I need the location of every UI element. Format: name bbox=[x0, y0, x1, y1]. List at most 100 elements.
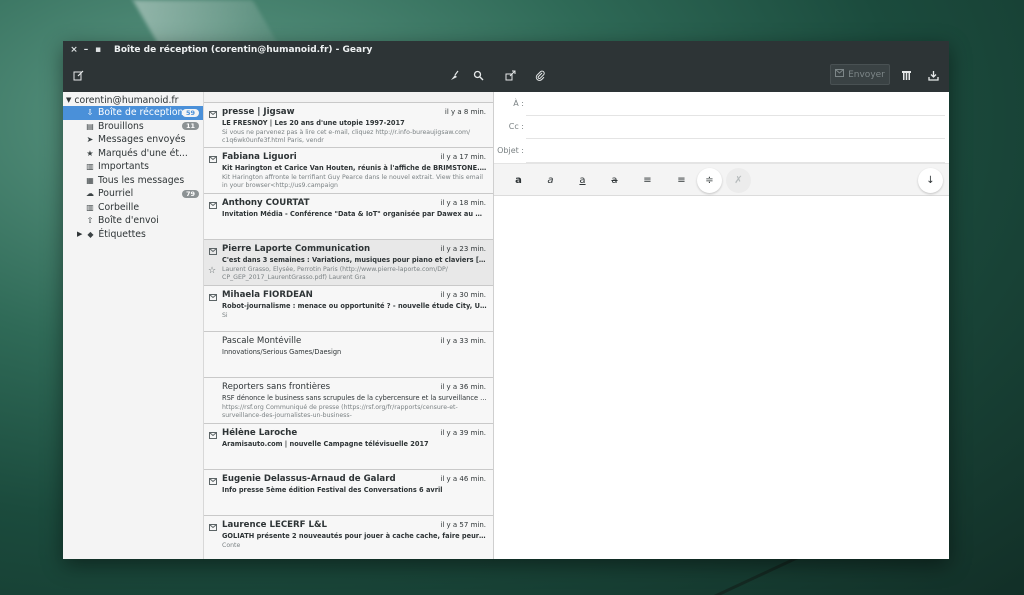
inbox-icon: ⇩ bbox=[86, 108, 94, 118]
message-row[interactable]: Eugenie Delassus-Arnaud de Galard il y a … bbox=[204, 470, 493, 516]
send-button[interactable]: Envoyer bbox=[830, 64, 890, 85]
message-time: il y a 30 min. bbox=[440, 291, 486, 299]
format-toolbar: a a a a ≡ ≡ ≑ ✗ ↓ bbox=[494, 162, 949, 196]
sidebar-item-labels[interactable]: ▶ ◆ Étiquettes bbox=[63, 228, 203, 242]
unread-envelope-icon[interactable] bbox=[209, 478, 217, 487]
close-window-button[interactable]: × bbox=[68, 45, 80, 55]
message-sender: Hélène Laroche bbox=[222, 428, 298, 438]
message-time: il y a 23 min. bbox=[440, 245, 486, 253]
message-subject: Invitation Média - Conférence "Data & Io… bbox=[222, 210, 487, 218]
geary-window: × – ▪ Boîte de réception (corentin@human… bbox=[63, 41, 949, 559]
star-toggle-icon[interactable]: ☆ bbox=[208, 266, 216, 276]
sidebar-item[interactable]: ➤ Messages envoyés bbox=[63, 133, 203, 147]
sidebar-item[interactable]: ★ Marqués d'une ét... bbox=[63, 147, 203, 161]
cc-field-row: Cc : bbox=[509, 115, 945, 139]
attachment-icon[interactable] bbox=[530, 65, 550, 85]
detach-icon[interactable] bbox=[500, 65, 520, 85]
cc-label: Cc : bbox=[508, 122, 524, 132]
trash-icon: ▥ bbox=[86, 202, 94, 212]
sidebar-item-label: Corbeille bbox=[98, 201, 140, 213]
message-preview: Conte bbox=[222, 542, 241, 549]
to-label: À : bbox=[513, 98, 524, 108]
message-time: il y a 46 min. bbox=[440, 475, 486, 483]
clean-format-icon[interactable] bbox=[444, 65, 464, 85]
sidebar-item-label: Tous les messages bbox=[98, 174, 185, 186]
search-icon[interactable] bbox=[468, 65, 488, 85]
message-row[interactable]: Pascale Montéville il y a 33 min. Innovati… bbox=[204, 332, 493, 378]
message-row[interactable]: Hélène Laroche il y a 39 min. Aramisauto.c… bbox=[204, 424, 493, 470]
to-input[interactable] bbox=[526, 92, 945, 115]
sidebar-item[interactable]: ▦ Tous les messages bbox=[63, 174, 203, 188]
message-preview: Si bbox=[222, 312, 228, 319]
compose-icon[interactable] bbox=[68, 65, 88, 85]
expand-arrow-icon[interactable]: ▼ bbox=[66, 96, 71, 104]
sidebar-item[interactable]: ▥ Importants bbox=[63, 160, 203, 174]
minimize-window-button[interactable]: – bbox=[80, 45, 92, 55]
indent-less-icon[interactable]: ≡ bbox=[635, 168, 660, 193]
message-preview: Kit Harington affronte le terrifiant Guy… bbox=[222, 174, 483, 189]
sidebar-item-label: Pourriel bbox=[98, 188, 134, 200]
unread-envelope-icon[interactable] bbox=[209, 294, 217, 303]
message-row[interactable]: Anthony COURTAT il y a 18 min. Invitation … bbox=[204, 194, 493, 240]
subject-input[interactable] bbox=[526, 139, 945, 162]
sidebar-item-label: Étiquettes bbox=[98, 228, 146, 240]
unread-envelope-icon[interactable] bbox=[209, 524, 217, 533]
message-time: il y a 39 min. bbox=[440, 429, 486, 437]
message-row[interactable]: presse | Jigsaw il y a 8 min. LE FRESNOY |… bbox=[204, 102, 493, 148]
sidebar-item[interactable]: ⇩ Boîte de réception 59 bbox=[63, 106, 203, 120]
sidebar-item[interactable]: ▤ Brouillons 11 bbox=[63, 120, 203, 134]
subject-label: Objet : bbox=[497, 145, 524, 155]
font-size-icon[interactable]: ≑ bbox=[697, 167, 722, 193]
message-time: il y a 57 min. bbox=[440, 521, 486, 529]
collapse-arrow-icon[interactable]: ▶ bbox=[77, 230, 82, 238]
sent-icon: ➤ bbox=[86, 135, 94, 145]
unread-envelope-icon[interactable] bbox=[209, 156, 217, 165]
message-time: il y a 36 min. bbox=[440, 383, 486, 391]
message-preview: Si vous ne parvenez pas à lire cet e-mai… bbox=[222, 129, 471, 144]
outbox-icon: ⇧ bbox=[86, 216, 94, 226]
message-subject: GOLIATH présente 2 nouveautés pour jouer… bbox=[222, 532, 487, 540]
sidebar-item[interactable]: ☁ Pourriel 79 bbox=[63, 187, 203, 201]
message-body-editor[interactable] bbox=[494, 196, 949, 560]
message-subject: Info presse 5ème édition Festival des Co… bbox=[222, 486, 443, 494]
unread-envelope-icon[interactable] bbox=[209, 432, 217, 441]
all-mail-icon: ▦ bbox=[86, 175, 94, 185]
message-row[interactable]: Fabiana Liguori il y a 17 min. Kit Haringt… bbox=[204, 148, 493, 194]
delete-draft-icon[interactable] bbox=[896, 65, 916, 85]
message-sender: Fabiana Liguori bbox=[222, 152, 297, 162]
unread-envelope-icon[interactable] bbox=[209, 111, 217, 120]
sidebar-item-label: Messages envoyés bbox=[98, 134, 186, 146]
more-options-icon[interactable]: ↓ bbox=[918, 167, 943, 193]
message-preview bbox=[222, 220, 487, 236]
message-list: presse | Jigsaw il y a 8 min. LE FRESNOY |… bbox=[204, 92, 494, 559]
indent-more-icon[interactable]: ≡ bbox=[669, 168, 694, 193]
message-row[interactable]: Mihaela FIORDEAN il y a 30 min. Robot-jour… bbox=[204, 286, 493, 332]
message-time: il y a 8 min. bbox=[444, 108, 486, 116]
message-preview: Laurent Grasso, Elysée, Perrotin Paris (… bbox=[222, 266, 448, 281]
drafts-icon: ▤ bbox=[86, 121, 94, 131]
message-subject: RSF dénonce le business sans scrupules d… bbox=[222, 394, 487, 402]
save-draft-icon[interactable] bbox=[923, 65, 943, 85]
window-title: Boîte de réception (corentin@humanoid.fr… bbox=[114, 44, 373, 55]
message-time: il y a 33 min. bbox=[440, 337, 486, 345]
message-time: il y a 18 min. bbox=[440, 199, 486, 207]
star-icon: ★ bbox=[86, 148, 94, 158]
message-row[interactable]: Reporters sans frontières il y a 36 min. R… bbox=[204, 378, 493, 424]
message-row[interactable]: ☆ Pierre Laporte Communication il y a 23 m… bbox=[204, 240, 493, 286]
message-preview: https://rsf.org Communiqué de presse (ht… bbox=[222, 404, 458, 419]
bold-icon[interactable]: a bbox=[506, 168, 531, 193]
message-subject: Robot-journalisme : menace ou opportunit… bbox=[222, 302, 487, 310]
italic-icon[interactable]: a bbox=[538, 168, 563, 193]
unread-envelope-icon[interactable] bbox=[209, 248, 217, 257]
remove-format-icon[interactable]: ✗ bbox=[726, 167, 751, 193]
maximize-window-button[interactable]: ▪ bbox=[92, 45, 104, 55]
message-row[interactable]: Laurence LECERF L&L il y a 57 min. GOLIATH… bbox=[204, 516, 493, 559]
sidebar-item[interactable]: ⇧ Boîte d'envoi bbox=[63, 214, 203, 228]
cc-input[interactable] bbox=[526, 115, 945, 138]
unread-envelope-icon[interactable] bbox=[209, 202, 217, 211]
account-row[interactable]: ▼ corentin@humanoid.fr bbox=[63, 94, 203, 106]
strikethrough-icon[interactable]: a bbox=[602, 168, 627, 193]
underline-icon[interactable]: a bbox=[570, 168, 595, 193]
to-field-row: À : bbox=[513, 92, 945, 116]
sidebar-item[interactable]: ▥ Corbeille bbox=[63, 201, 203, 215]
